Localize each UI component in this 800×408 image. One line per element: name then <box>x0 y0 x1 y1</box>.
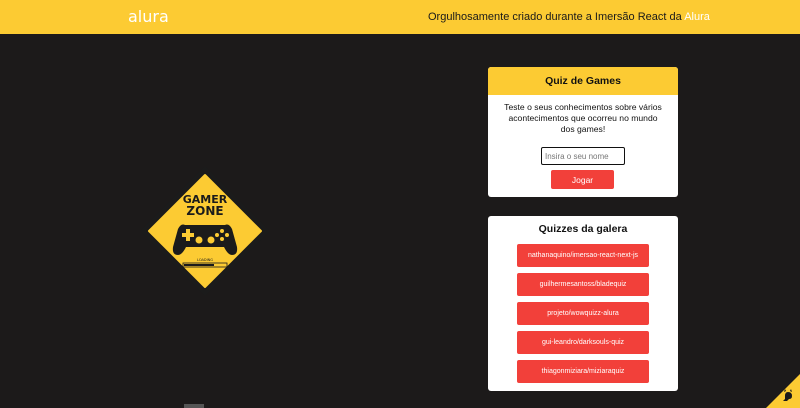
github-corner-icon[interactable] <box>766 374 800 408</box>
alura-logo[interactable]: alura <box>128 7 169 26</box>
emblem-loading-text: LOADING <box>197 258 213 262</box>
loading-bar-fill <box>184 264 214 266</box>
quiz-link[interactable]: gui-leandro/darksouls-quiz <box>517 331 649 354</box>
bottom-tab <box>184 404 204 408</box>
header-tagline: Orgulhosamente criado durante a Imersão … <box>428 11 710 23</box>
gallery-card-title: Quizzes da galera <box>538 223 628 235</box>
gamer-zone-emblem: GAMER ZONE LOADING <box>141 167 269 295</box>
quiz-link[interactable]: thiagonmiziara/miziaraquiz <box>517 360 649 383</box>
emblem-title-line2: ZONE <box>186 204 223 218</box>
header-tagline-text: Orgulhosamente criado durante a Imersão … <box>428 11 682 23</box>
quiz-card-title: Quiz de Games <box>488 67 678 95</box>
play-button[interactable]: Jogar <box>551 170 614 189</box>
quiz-link[interactable]: guilhermesantoss/bladequiz <box>517 273 649 296</box>
quiz-link[interactable]: projeto/wowquizz-alura <box>517 302 649 325</box>
top-bar: alura Orgulhosamente criado durante a Im… <box>0 0 800 34</box>
gallery-card: Quizzes da galera nathanaquino/imersao-r… <box>488 216 678 391</box>
quiz-list: nathanaquino/imersao-react-next-js guilh… <box>517 244 649 389</box>
quiz-card-description: Teste o seus conhecimentos sobre vários … <box>504 102 662 134</box>
name-input[interactable] <box>541 147 625 165</box>
quiz-card: Quiz de Games Teste o seus conhecimentos… <box>488 67 678 197</box>
quiz-link[interactable]: nathanaquino/imersao-react-next-js <box>517 244 649 267</box>
alura-link[interactable]: Alura <box>684 11 710 23</box>
